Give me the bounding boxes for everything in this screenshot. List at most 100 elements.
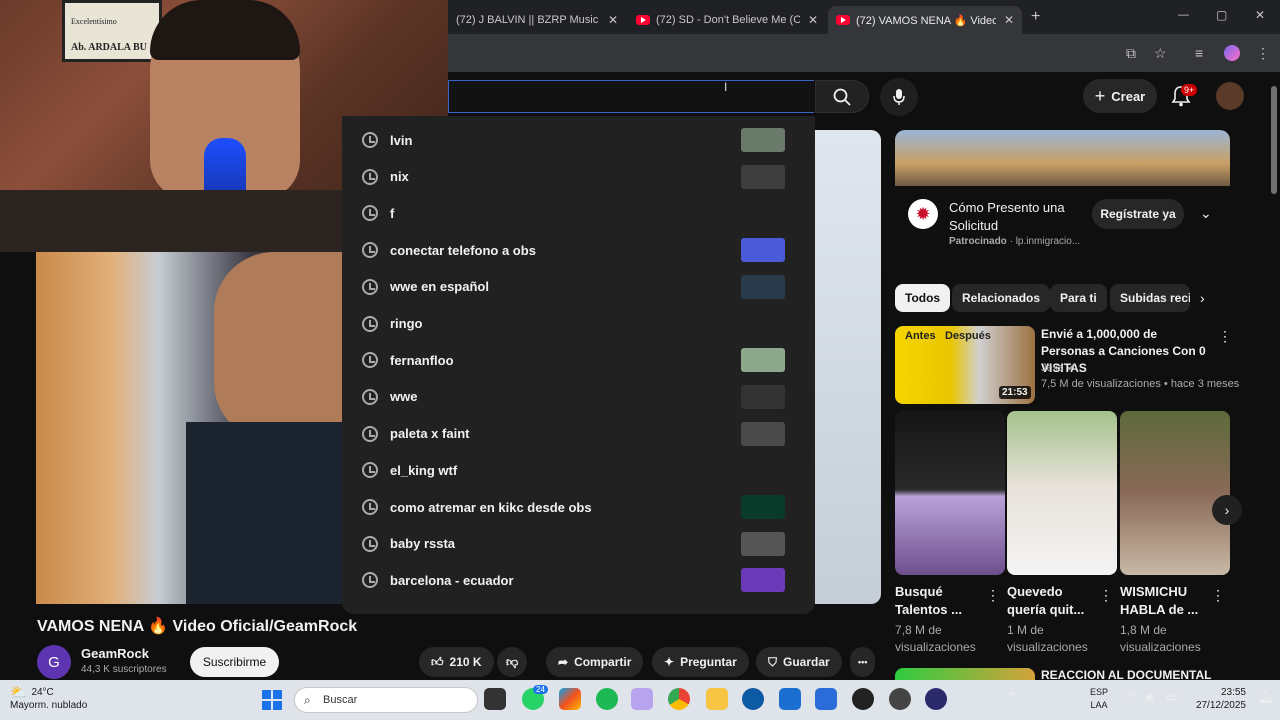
short-title[interactable]: Busqué Talentos ...	[895, 583, 973, 619]
search-suggestion[interactable]: conectar telefono a obs	[342, 232, 815, 268]
tab-j-balvin[interactable]: (72) J BALVIN || BZRP Music Ses ✕	[448, 6, 626, 34]
chip-subidas[interactable]: Subidas reci	[1110, 284, 1190, 312]
app-icon[interactable]	[815, 688, 837, 710]
short-thumbnail[interactable]	[1007, 411, 1117, 575]
age: hace 3 meses	[1170, 378, 1240, 390]
chevron-down-icon[interactable]: ⌄	[1200, 205, 1212, 222]
history-clock-icon	[362, 388, 378, 405]
search-suggestion[interactable]: el_king wtf	[342, 452, 815, 488]
subscribe-button[interactable]: Suscribirme	[190, 647, 279, 677]
weather-widget[interactable]: ⛅ 24°C Mayorm. nublado	[10, 684, 88, 712]
weather-text: Mayorm. nublado	[10, 700, 88, 711]
volume-icon[interactable]: 🔊︎	[1146, 690, 1154, 705]
search-suggestion[interactable]: como atremar en kikc desde obs	[342, 489, 815, 525]
media-controls-icon[interactable]: ≡	[1195, 45, 1203, 61]
chip-para-ti[interactable]: Para ti	[1050, 284, 1107, 312]
close-window-button[interactable]: ✕	[1255, 8, 1265, 22]
account-avatar[interactable]	[1216, 82, 1244, 110]
more-options-icon[interactable]: ⋮	[1218, 328, 1232, 345]
ad-title[interactable]: Cómo Presento una Solicitud	[949, 199, 1089, 235]
ad-sponsored-label: Patrocinado	[949, 236, 1007, 247]
search-input[interactable]	[448, 80, 814, 113]
media-player-icon[interactable]	[852, 688, 874, 710]
history-clock-icon	[362, 535, 378, 552]
wifi-icon[interactable]: ◠	[1126, 690, 1136, 704]
notifications-icon[interactable]: 🔔︎	[1258, 690, 1273, 704]
language-indicator[interactable]: ESP LAA	[1090, 686, 1108, 712]
voice-search-button[interactable]	[880, 78, 918, 116]
chip-relacionados[interactable]: Relacionados	[952, 284, 1051, 312]
short-thumbnail[interactable]	[895, 411, 1005, 575]
browser-menu-icon[interactable]: ⋮	[1256, 45, 1270, 62]
minimize-button[interactable]: —	[1178, 9, 1189, 21]
tab-close-icon[interactable]: ✕	[1004, 13, 1014, 27]
suggestion-thumbnail	[741, 568, 785, 593]
search-suggestion[interactable]: wwe en español	[342, 269, 815, 305]
short-thumbnail[interactable]	[1120, 411, 1230, 575]
taskbar-search-input[interactable]: ⌕ Buscar	[294, 687, 478, 713]
suggestion-text: lvin	[390, 132, 413, 148]
dislike-button[interactable]: 👎︎	[497, 647, 528, 677]
create-button[interactable]: + Crear	[1083, 79, 1157, 113]
save-label: Guardar	[783, 655, 830, 669]
edge-icon[interactable]	[742, 688, 764, 710]
whatsapp-badge: 24	[533, 685, 548, 694]
task-view-icon[interactable]	[484, 688, 506, 710]
tab-close-icon[interactable]: ✕	[608, 13, 618, 27]
chevron-up-icon[interactable]: ⌃	[1008, 690, 1018, 704]
app-icon[interactable]	[631, 688, 653, 710]
shorts-next-button[interactable]: ›	[1212, 495, 1242, 525]
search-suggestion[interactable]: ringo	[342, 306, 815, 342]
related-video-channel[interactable]: Jexs ✔	[1041, 361, 1076, 374]
search-button[interactable]	[815, 80, 869, 113]
profile-icon[interactable]	[1224, 45, 1240, 61]
search-suggestion[interactable]: paleta x faint	[342, 416, 815, 452]
windows-start-icon[interactable]	[262, 690, 282, 710]
search-suggestion[interactable]: fernanfloo	[342, 342, 815, 378]
short-title[interactable]: Quevedo quería quit...	[1007, 583, 1095, 619]
cloud-sun-icon: ⛅	[10, 684, 28, 700]
search-suggestion[interactable]: nix	[342, 159, 815, 195]
new-tab-button[interactable]: +	[1031, 8, 1040, 26]
search-suggestion[interactable]: baby rssta	[342, 526, 815, 562]
file-explorer-icon[interactable]	[706, 688, 728, 710]
app-icon[interactable]	[925, 688, 947, 710]
more-options-icon[interactable]: ⋮	[1211, 587, 1225, 604]
search-icon: ⌕	[304, 693, 311, 707]
copilot-icon[interactable]	[559, 688, 581, 710]
history-clock-icon	[362, 168, 378, 185]
search-suggestion[interactable]: lvin	[342, 122, 815, 158]
spotify-icon[interactable]	[596, 688, 618, 710]
more-actions-button[interactable]: •••	[850, 647, 876, 677]
search-suggestion[interactable]: f	[342, 195, 815, 231]
battery-icon[interactable]: ▭	[1166, 690, 1177, 704]
chrome-icon[interactable]	[668, 688, 690, 710]
share-button[interactable]: ➦ Compartir	[546, 647, 644, 677]
system-clock[interactable]: 23:55 27/12/2025	[1190, 686, 1246, 712]
like-button[interactable]: 👍︎ 210 K	[419, 647, 494, 677]
obs-icon[interactable]	[889, 688, 911, 710]
channel-name[interactable]: GeamRock	[81, 646, 149, 661]
scrollbar-thumb[interactable]	[1271, 86, 1277, 194]
more-options-icon[interactable]: ⋮	[1099, 587, 1113, 604]
chevron-right-icon[interactable]: ›	[1200, 290, 1205, 306]
ad-cta-button[interactable]: Regístrate ya	[1092, 199, 1184, 229]
more-options-icon[interactable]: ⋮	[986, 587, 1000, 604]
tab-close-icon[interactable]: ✕	[808, 13, 818, 27]
short-title[interactable]: WISMICHU HABLA de ...	[1120, 583, 1204, 619]
search-suggestion[interactable]: barcelona - ecuador	[342, 562, 815, 598]
channel-avatar[interactable]: G	[37, 645, 71, 679]
install-app-icon[interactable]: ⧉	[1126, 45, 1136, 62]
bookmark-star-icon[interactable]: ☆	[1154, 45, 1167, 62]
related-video-meta: 7,5 M de visualizaciones • hace 3 meses	[1041, 378, 1240, 390]
chip-todos[interactable]: Todos	[895, 284, 951, 312]
ask-button[interactable]: ✦ Preguntar	[652, 647, 749, 677]
store-icon[interactable]	[779, 688, 801, 710]
search-suggestion[interactable]: wwe	[342, 379, 815, 415]
save-button[interactable]: ⛉ Guardar	[756, 647, 842, 677]
video-player[interactable]	[815, 130, 881, 604]
maximize-button[interactable]: ▢	[1216, 8, 1227, 22]
tab-vamos-nena[interactable]: (72) VAMOS NENA 🔥 Video O ✕	[828, 6, 1022, 34]
tab-sd[interactable]: (72) SD - Don't Believe Me (Offi ✕	[628, 6, 826, 34]
ad-banner-image[interactable]	[895, 130, 1230, 186]
